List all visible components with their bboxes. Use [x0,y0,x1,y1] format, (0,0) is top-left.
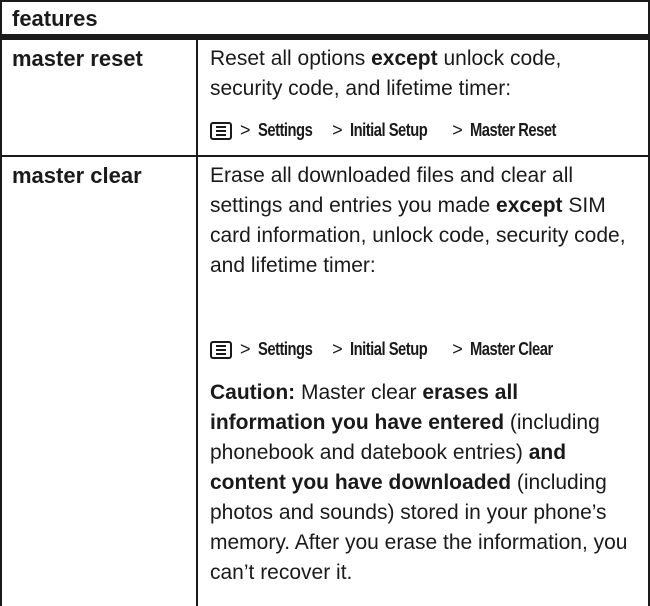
path-item-initial-setup: Initial Setup [350,339,428,359]
path-separator: > [452,120,463,140]
caution-label: Caution: [210,381,296,404]
path-separator: > [240,120,251,140]
table-row-master-reset: master reset Reset all options except un… [2,40,648,157]
path-item-master-reset: Master Reset [470,120,557,140]
path-separator: > [452,339,463,359]
header-title: features [12,6,98,31]
feature-description: Erase all downloaded files and clear all… [210,164,626,277]
table-row-master-clear: master clear Erase all downloaded files … [2,157,648,606]
path-separator: > [332,120,343,140]
caution-note: Caution: Master clear erases all informa… [210,381,628,584]
path-separator: > [240,339,251,359]
menu-path: > Settings > Initial Setup > Master Rese… [210,120,575,141]
feature-description: Reset all options except unlock code, se… [210,47,562,100]
table-header: features [2,0,648,40]
menu-icon [210,121,232,140]
feature-name: master clear [12,163,142,188]
path-item-settings: Settings [257,120,313,140]
path-item-settings: Settings [257,339,313,359]
path-item-master-clear: Master Clear [470,339,553,359]
menu-icon [210,340,232,359]
path-separator: > [332,339,343,359]
menu-path: > Settings > Initial Setup > Master Clea… [210,339,571,360]
features-table: features master reset Reset all options … [0,0,650,606]
feature-name: master reset [12,46,143,71]
path-item-initial-setup: Initial Setup [350,120,428,140]
